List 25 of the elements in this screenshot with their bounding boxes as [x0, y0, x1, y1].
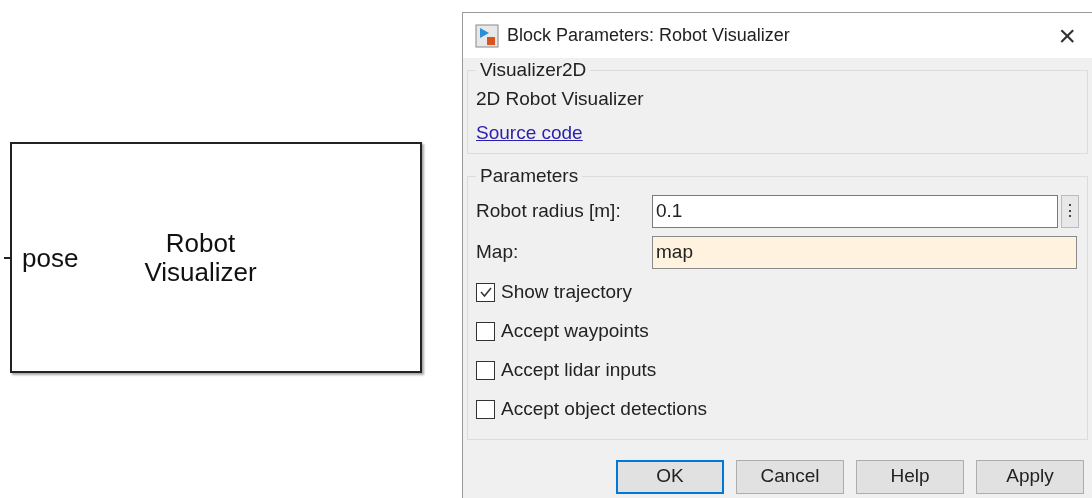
input-field[interactable]: map [652, 235, 1077, 269]
block-description: 2D Robot Visualizer [476, 87, 645, 111]
checkbox-label: Accept waypoints [501, 318, 649, 343]
checkbox[interactable] [476, 360, 495, 380]
checkbox[interactable] [476, 282, 495, 302]
dialog-button[interactable]: Help [856, 459, 964, 494]
source-code-link[interactable]: Source code [476, 120, 583, 145]
close-button[interactable]: × [1054, 20, 1080, 51]
checkbox-label: Accept object detections [501, 396, 707, 421]
input-field[interactable]: 0.1 [652, 194, 1058, 228]
checkbox-label: Accept lidar inputs [501, 357, 657, 382]
field-label: Map: [476, 239, 520, 264]
checkbox[interactable] [476, 321, 495, 341]
dialog-button[interactable]: Apply [976, 459, 1084, 494]
block-title: Robot Visualizer [144, 228, 257, 287]
window-title: Block Parameters: Robot Visualizer [507, 24, 790, 47]
port-label: pose [22, 244, 79, 271]
options-button[interactable]: ⋮ [1061, 194, 1079, 228]
checkbox[interactable] [476, 399, 495, 419]
field-label: Robot radius [m]: [476, 198, 622, 223]
dialog-button[interactable]: OK [616, 459, 724, 494]
dialog-button[interactable]: Cancel [736, 459, 844, 494]
app-icon [475, 23, 499, 48]
block[interactable]: pose Robot Visualizer [10, 142, 422, 373]
checkbox-label: Show trajectory [501, 279, 632, 304]
